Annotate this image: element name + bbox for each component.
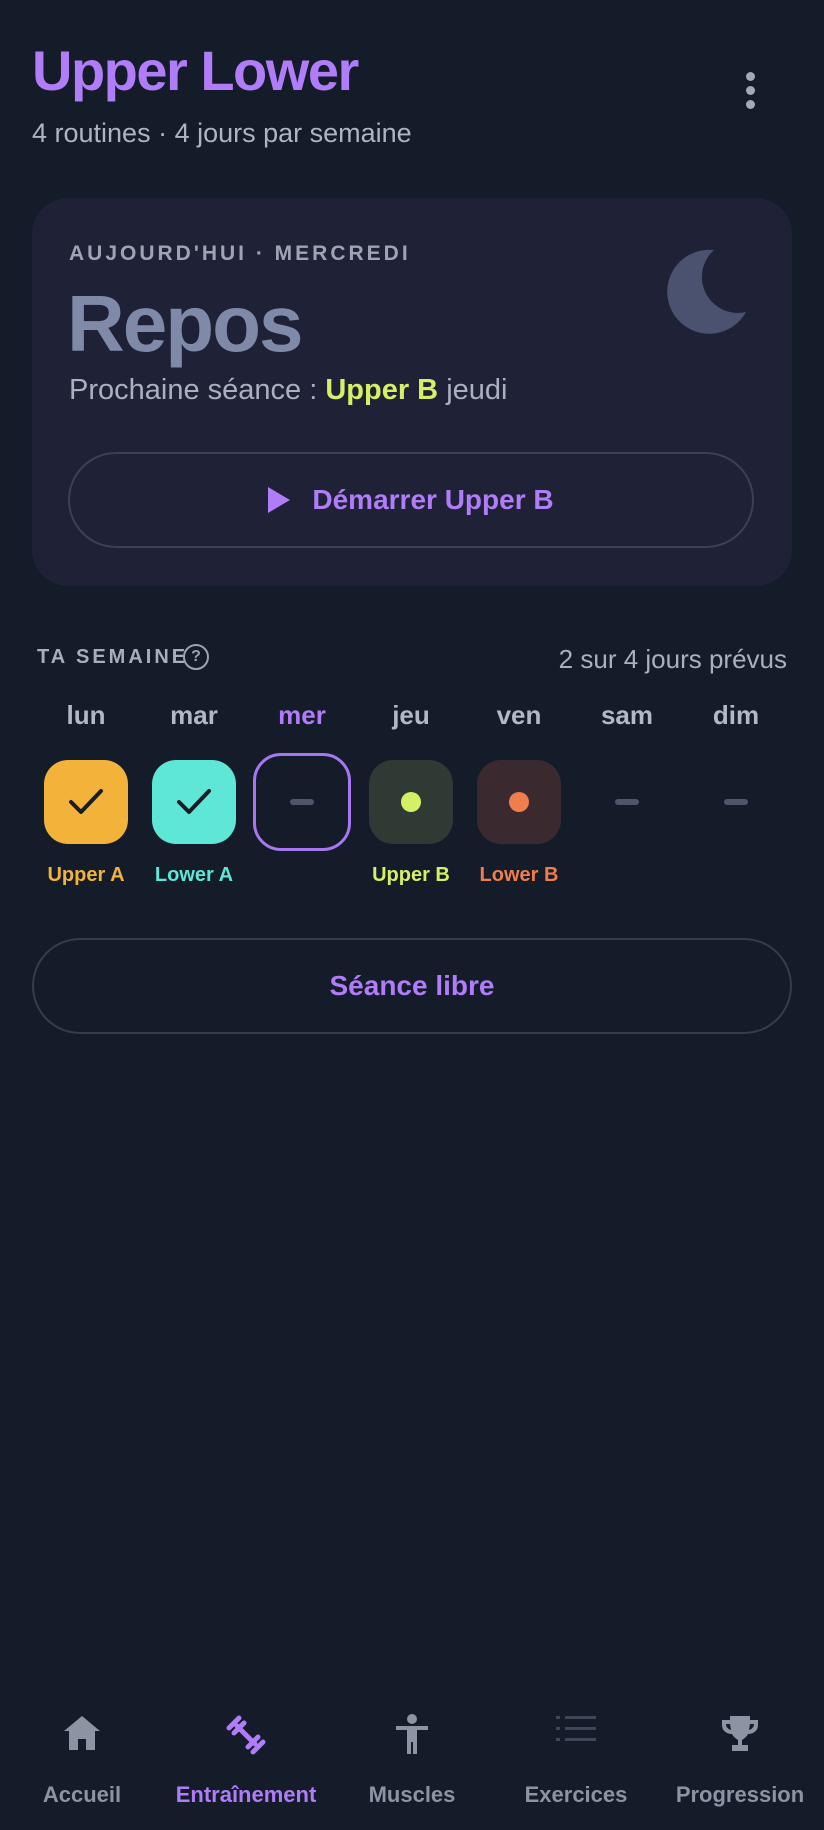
check-icon — [177, 789, 211, 814]
trophy-icon — [722, 1716, 758, 1751]
day-routine-label — [682, 864, 790, 890]
more-vertical-icon[interactable] — [730, 54, 770, 126]
day-box[interactable] — [253, 753, 351, 851]
today-status: Repos — [67, 279, 303, 368]
home-icon — [64, 1716, 100, 1750]
day-name: mar — [170, 700, 218, 730]
day-sam: sam — [573, 700, 681, 890]
nav-item-entraînement[interactable]: Entraînement — [164, 1700, 328, 1830]
list-icon — [556, 1716, 596, 1741]
today-label: AUJOURD'HUI · MERCREDI — [69, 242, 411, 265]
free-session-button[interactable]: Séance libre — [32, 938, 792, 1034]
play-icon — [268, 487, 291, 513]
nav-item-muscles[interactable]: Muscles — [330, 1700, 494, 1830]
day-ven: ven Lower B — [465, 700, 573, 890]
start-session-label: Démarrer Upper B — [312, 484, 554, 515]
week-count: 2 sur 4 jours prévus — [558, 644, 787, 674]
next-session-day: jeudi — [446, 374, 508, 406]
nav-item-exercices[interactable]: Exercices — [494, 1700, 658, 1830]
rest-dash-icon — [290, 799, 314, 805]
week-header: TA SEMAINE ? 2 sur 4 jours prévus — [37, 644, 787, 680]
person-icon — [396, 1714, 428, 1754]
day-jeu: jeu Upper B — [357, 700, 465, 890]
day-lun: lun Upper A — [32, 700, 140, 890]
nav-item-accueil[interactable]: Accueil — [0, 1700, 164, 1830]
day-name: jeu — [392, 700, 430, 730]
day-name: sam — [600, 700, 654, 730]
day-box[interactable] — [152, 760, 236, 844]
day-name: lun — [66, 700, 106, 730]
nav-item-progression[interactable]: Progression — [658, 1700, 822, 1830]
free-session-label: Séance libre — [329, 970, 495, 1001]
page-subtitle: 4 routines · 4 jours par semaine — [32, 118, 412, 148]
today-card: AUJOURD'HUI · MERCREDI Repos Prochaine s… — [32, 198, 792, 586]
rest-dash-icon — [615, 799, 639, 805]
nav-label: Exercices — [524, 1782, 628, 1807]
day-name: ven — [496, 700, 542, 730]
day-routine-label: Upper B — [372, 864, 450, 886]
page-title: Upper Lower — [32, 39, 359, 102]
bottom-nav: Accueil Entraînement Muscles Exercices Progr… — [0, 1700, 824, 1830]
day-mar: mar Lower A — [140, 700, 248, 890]
day-routine-label: Upper A — [47, 864, 125, 886]
day-routine-label — [248, 864, 356, 890]
moon-icon — [667, 249, 746, 334]
next-session-prefix: Prochaine séance : — [69, 374, 326, 406]
day-routine-label: Lower A — [154, 864, 234, 886]
day-dim: dim — [682, 700, 790, 890]
day-name: mer — [278, 700, 326, 730]
day-box[interactable] — [585, 760, 669, 844]
nav-label: Progression — [675, 1782, 805, 1807]
help-icon[interactable]: ? — [183, 644, 209, 670]
next-session-routine: Upper B — [325, 374, 439, 406]
day-box[interactable] — [369, 760, 453, 844]
week-title: TA SEMAINE — [37, 646, 189, 668]
nav-label: Entraînement — [175, 1782, 317, 1807]
planned-dot-icon — [509, 792, 529, 812]
day-box[interactable] — [477, 760, 561, 844]
day-routine-label: Lower B — [479, 864, 559, 886]
nav-label: Muscles — [368, 1782, 456, 1807]
start-session-button[interactable]: Démarrer Upper B — [68, 452, 754, 548]
check-icon — [69, 789, 103, 814]
rest-dash-icon — [724, 799, 748, 805]
day-routine-label — [573, 864, 681, 890]
planned-dot-icon — [401, 792, 421, 812]
day-box[interactable] — [694, 760, 778, 844]
next-session-line: Prochaine séance : Upper B jeudi — [69, 374, 507, 407]
dumbbell-icon — [226, 1715, 266, 1755]
day-mer: mer — [248, 700, 356, 890]
header: Upper Lower 4 routines · 4 jours par sem… — [32, 36, 792, 149]
day-name: dim — [712, 700, 760, 730]
day-box[interactable] — [44, 760, 128, 844]
nav-label: Accueil — [42, 1782, 122, 1807]
